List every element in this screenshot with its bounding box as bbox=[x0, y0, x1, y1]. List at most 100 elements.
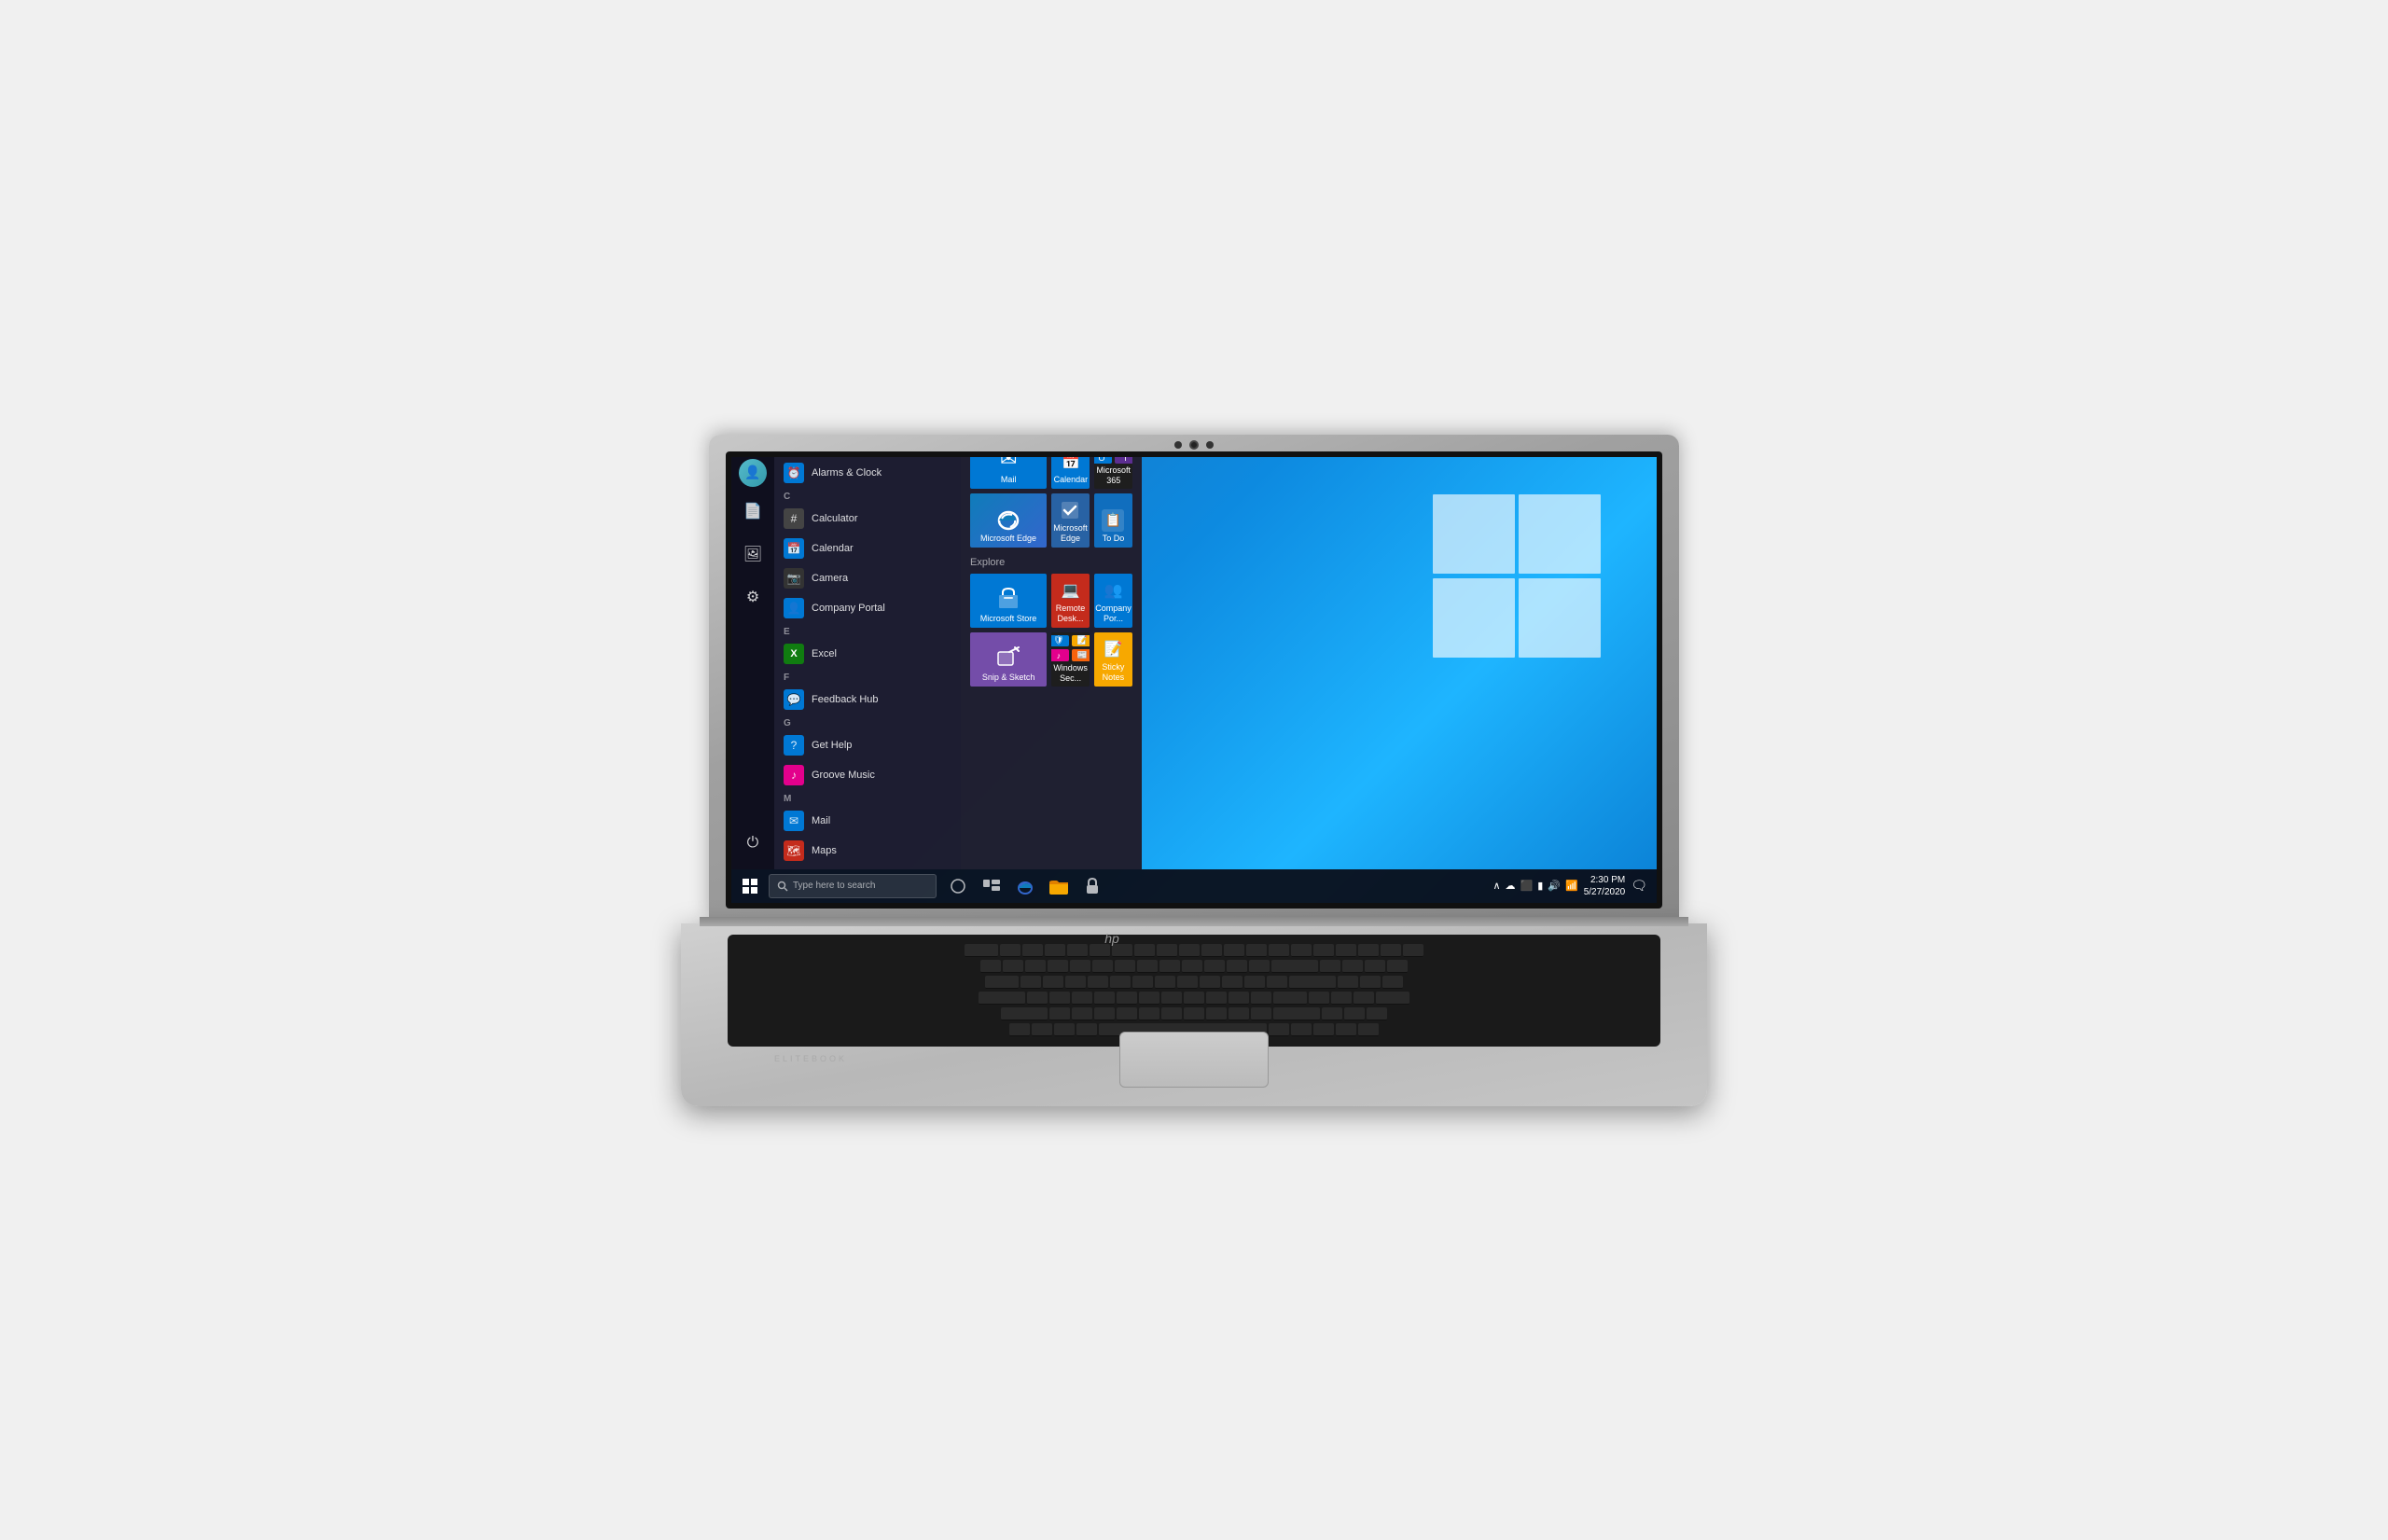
taskbar-security-icon[interactable] bbox=[1080, 874, 1104, 898]
tile-ms365[interactable]: W P O T Microsoft 365 bbox=[1094, 457, 1132, 489]
key-right bbox=[1358, 1023, 1379, 1036]
key-h bbox=[1139, 992, 1159, 1005]
sidebar-documents-icon[interactable]: 📄 bbox=[734, 493, 771, 530]
key-period bbox=[1229, 1007, 1249, 1020]
key-rshift bbox=[1273, 1007, 1320, 1020]
key-1 bbox=[1003, 960, 1023, 973]
alarms-icon: ⏰ bbox=[784, 463, 804, 483]
key-i bbox=[1177, 976, 1198, 989]
snip-sketch-tile-icon bbox=[995, 645, 1021, 671]
key-semicolon bbox=[1229, 992, 1249, 1005]
taskbar-taskview-icon[interactable] bbox=[979, 874, 1004, 898]
battery-icon[interactable]: ▮ bbox=[1537, 880, 1543, 892]
laptop-hinge bbox=[700, 917, 1688, 926]
app-feedback-hub[interactable]: 💬 Feedback Hub bbox=[774, 685, 961, 715]
win-sec-grid: 🛡 📝 ♪ 📰 bbox=[1051, 635, 1090, 661]
taskbar: Type here to search bbox=[731, 869, 1657, 903]
section-m-label: M bbox=[774, 790, 961, 806]
key-numminus bbox=[1403, 944, 1423, 957]
user-avatar[interactable]: 👤 bbox=[739, 459, 767, 487]
key-num3 bbox=[1354, 992, 1374, 1005]
key-num9 bbox=[1365, 960, 1385, 973]
app-alarms-clock[interactable]: ⏰ Alarms & Clock bbox=[774, 458, 961, 488]
taskbar-edge-icon[interactable] bbox=[1013, 874, 1037, 898]
notification-icon[interactable]: 🗨 bbox=[1631, 878, 1647, 894]
key-num8 bbox=[1342, 960, 1363, 973]
key-o bbox=[1200, 976, 1220, 989]
key-s bbox=[1049, 992, 1070, 1005]
start-sidebar: ☰ 👤 📄 🖼 ⚙ ⏻ bbox=[731, 457, 774, 869]
sidebar-settings-icon[interactable]: ⚙ bbox=[734, 578, 771, 616]
system-tray-chevron[interactable]: ∧ bbox=[1492, 880, 1500, 892]
key-m bbox=[1184, 1007, 1204, 1020]
feedback-hub-icon: 💬 bbox=[784, 689, 804, 710]
section-c-label: C bbox=[774, 488, 961, 504]
key-y bbox=[1132, 976, 1153, 989]
key-prtsc bbox=[1269, 944, 1289, 957]
key-slash bbox=[1251, 1007, 1271, 1020]
key-num1 bbox=[1309, 992, 1329, 1005]
tile-store[interactable]: Microsoft Store bbox=[970, 574, 1047, 628]
key-l bbox=[1206, 992, 1227, 1005]
key-f12 bbox=[1246, 944, 1267, 957]
app-excel[interactable]: X Excel bbox=[774, 639, 961, 669]
calculator-icon: # bbox=[784, 508, 804, 529]
tile-calendar[interactable]: 📅 Calendar bbox=[1051, 457, 1090, 489]
key-rbracket bbox=[1267, 976, 1287, 989]
key-comma bbox=[1206, 1007, 1227, 1020]
tile-mail[interactable]: ✉ Mail bbox=[970, 457, 1047, 489]
app-company-portal[interactable]: 👤 Company Portal bbox=[774, 593, 961, 623]
edge-tile-label: Microsoft Edge bbox=[980, 534, 1036, 544]
app-maps[interactable]: 🗺 Maps bbox=[774, 836, 961, 866]
tile-whiteboard[interactable]: 📋 To Do bbox=[1094, 493, 1132, 548]
screen: ☰ 👤 📄 🖼 ⚙ ⏻ A A bbox=[731, 457, 1657, 903]
lock-icon bbox=[1084, 877, 1101, 895]
maps-icon: 🗺 bbox=[784, 840, 804, 861]
app-calendar[interactable]: 📅 Calendar bbox=[774, 534, 961, 563]
key-num7 bbox=[1320, 960, 1340, 973]
tile-sticky-notes[interactable]: 📝 Sticky Notes bbox=[1094, 632, 1132, 687]
wifi-icon[interactable]: 📶 bbox=[1565, 880, 1578, 892]
taskbar-explorer-icon[interactable] bbox=[1047, 874, 1071, 898]
get-help-label: Get Help bbox=[812, 740, 852, 751]
app-camera[interactable]: 📷 Camera bbox=[774, 563, 961, 593]
whiteboard-tile-icon: 📋 bbox=[1102, 509, 1124, 532]
taskbar-search-icon[interactable] bbox=[946, 874, 970, 898]
ms365-grid: W P O T bbox=[1094, 457, 1132, 464]
system-tray-icons: ∧ ☁ ⬛ ▮ 🔊 📶 bbox=[1492, 880, 1577, 892]
tile-company-portal[interactable]: 👥 Company Por... bbox=[1094, 574, 1132, 628]
network-icon[interactable]: ☁ bbox=[1506, 880, 1516, 892]
start-button[interactable] bbox=[735, 871, 765, 901]
sidebar-pictures-icon[interactable]: 🖼 bbox=[734, 535, 771, 573]
taskbar-clock[interactable]: 2:30 PM 5/27/2020 bbox=[1584, 874, 1626, 898]
key-numenter bbox=[1376, 992, 1409, 1005]
tile-snip-sketch[interactable]: Snip & Sketch bbox=[970, 632, 1047, 687]
company-portal-tile-label: Company Por... bbox=[1095, 604, 1132, 624]
tiles-row-2: Microsoft Edge Microsoft Edge bbox=[970, 493, 1132, 548]
taskbar-search-box[interactable]: Type here to search bbox=[769, 874, 937, 898]
key-num2 bbox=[1331, 992, 1352, 1005]
tile-windows-sec[interactable]: 🛡 📝 ♪ 📰 Windows Sec... bbox=[1051, 632, 1090, 687]
company-portal-tile-icon: 👥 bbox=[1104, 581, 1123, 600]
key-f9 bbox=[1179, 944, 1200, 957]
volume-icon[interactable]: 🔊 bbox=[1548, 880, 1561, 892]
key-rctrl bbox=[1291, 1023, 1312, 1036]
onedrive-icon[interactable]: ⬛ bbox=[1520, 880, 1534, 892]
sidebar-power-icon[interactable]: ⏻ bbox=[734, 825, 771, 862]
app-calculator[interactable]: # Calculator bbox=[774, 504, 961, 534]
tile-remote-desktop[interactable]: 💻 Remote Desk... bbox=[1051, 574, 1090, 628]
screen-bezel: ☰ 👤 📄 🖼 ⚙ ⏻ A A bbox=[726, 451, 1662, 909]
key-k bbox=[1184, 992, 1204, 1005]
key-d bbox=[1072, 992, 1092, 1005]
tile-edge[interactable]: Microsoft Edge bbox=[970, 493, 1047, 548]
app-groove-music[interactable]: ♪ Groove Music bbox=[774, 760, 961, 790]
excel-label: Excel bbox=[812, 648, 837, 659]
key-row-zxcv bbox=[737, 1007, 1651, 1020]
tile-todo[interactable]: Microsoft Edge bbox=[1051, 493, 1090, 548]
app-get-help[interactable]: ? Get Help bbox=[774, 730, 961, 760]
app-mail[interactable]: ✉ Mail bbox=[774, 806, 961, 836]
touchpad[interactable] bbox=[1119, 1032, 1269, 1088]
laptop-base: hp ELITEBOOK bbox=[681, 923, 1707, 1106]
key-f10 bbox=[1201, 944, 1222, 957]
key-left bbox=[1313, 1023, 1334, 1036]
